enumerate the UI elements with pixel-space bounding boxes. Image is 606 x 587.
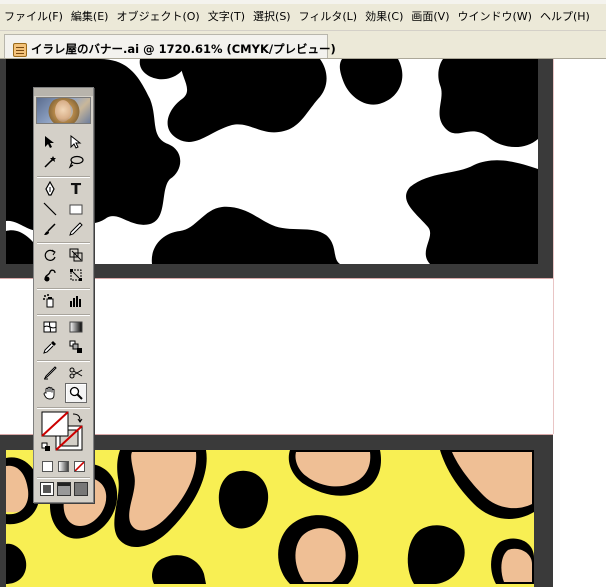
scale-icon[interactable] <box>65 245 87 265</box>
document-icon <box>13 43 27 57</box>
scissors-icon[interactable] <box>65 363 87 383</box>
none-icon[interactable] <box>74 461 85 472</box>
document-title: イラレ屋のバナー.ai @ 1720.61% (CMYK/プレビュー) <box>31 42 336 56</box>
eyedropper-icon[interactable] <box>39 337 61 357</box>
tool-separator <box>37 477 90 478</box>
direct-selection-icon[interactable] <box>65 132 87 152</box>
type-icon[interactable]: T <box>65 179 87 199</box>
menu-window[interactable]: ウインドウ(W) <box>453 8 535 26</box>
gradient-swatch-icon[interactable] <box>58 461 69 472</box>
menu-filter[interactable]: フィルタ(L) <box>295 8 362 26</box>
pencil-icon[interactable] <box>65 219 87 239</box>
blend-icon[interactable] <box>65 337 87 357</box>
tool-separator <box>37 360 90 361</box>
mesh-icon[interactable] <box>39 317 61 337</box>
menu-select[interactable]: 選択(S) <box>249 8 295 26</box>
tool-separator <box>37 176 90 177</box>
menu-list: ファイル(F) 編集(E) オブジェクト(O) 文字(T) 選択(S) フィルタ… <box>0 8 594 26</box>
free-transform-icon[interactable] <box>65 265 87 285</box>
paintbrush-icon[interactable] <box>39 219 61 239</box>
lasso-icon[interactable] <box>65 152 87 172</box>
rotate-icon[interactable] <box>39 245 61 265</box>
menu-type[interactable]: 文字(T) <box>204 8 249 26</box>
title-strip <box>0 0 606 4</box>
document-tab-bar: イラレ屋のバナー.ai @ 1720.61% (CMYK/プレビュー) <box>0 31 606 59</box>
slice-icon[interactable] <box>39 363 61 383</box>
zoom-icon[interactable] <box>65 383 87 403</box>
full-screen-menu-mode-icon[interactable] <box>57 482 71 496</box>
warp-icon[interactable] <box>39 265 61 285</box>
tool-separator <box>37 407 90 408</box>
logo-face <box>55 100 71 122</box>
symbol-sprayer-icon[interactable] <box>39 291 61 311</box>
menu-file[interactable]: ファイル(F) <box>0 8 67 26</box>
menu-effect[interactable]: 効果(C) <box>361 8 407 26</box>
menu-object[interactable]: オブジェクト(O) <box>112 8 203 26</box>
artboard-edge <box>553 59 554 434</box>
tool-separator <box>37 288 90 289</box>
hand-icon[interactable] <box>39 383 61 403</box>
standard-screen-mode-icon[interactable] <box>40 482 54 496</box>
color-icon[interactable] <box>42 461 53 472</box>
menu-bar: ファイル(F) 編集(E) オブジェクト(O) 文字(T) 選択(S) フィルタ… <box>0 0 606 31</box>
rectangle-icon[interactable] <box>65 199 87 219</box>
tools-palette[interactable]: T <box>33 87 94 503</box>
tool-separator <box>37 242 90 243</box>
selection-icon[interactable] <box>39 132 61 152</box>
menu-edit[interactable]: 編集(E) <box>67 8 113 26</box>
line-segment-icon[interactable] <box>39 199 61 219</box>
fill-stroke-icon[interactable] <box>40 410 88 454</box>
menu-view[interactable]: 画面(V) <box>407 8 453 26</box>
menu-help[interactable]: ヘルプ(H) <box>536 8 594 26</box>
magic-wand-icon[interactable] <box>39 152 61 172</box>
document-tab[interactable]: イラレ屋のバナー.ai @ 1720.61% (CMYK/プレビュー) <box>4 34 336 58</box>
venus-logo[interactable] <box>36 97 91 124</box>
column-graph-icon[interactable] <box>65 291 87 311</box>
full-screen-mode-icon[interactable] <box>74 482 88 496</box>
pen-icon[interactable] <box>39 179 61 199</box>
tool-separator <box>37 314 90 315</box>
palette-titlebar[interactable] <box>34 88 93 96</box>
gradient-icon[interactable] <box>65 317 87 337</box>
